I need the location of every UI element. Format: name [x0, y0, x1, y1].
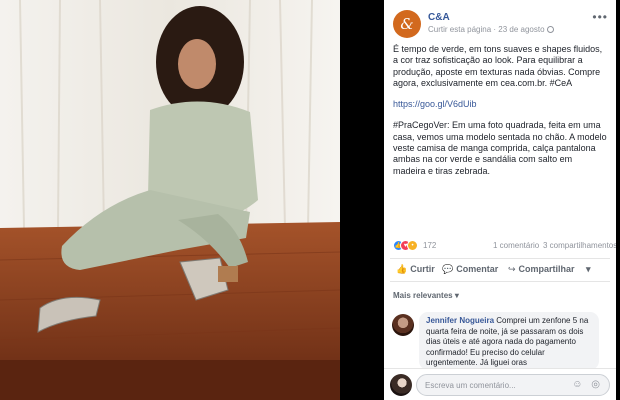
comment-label: Comentar — [456, 264, 499, 274]
comment-bubble: Jennifer Nogueira Comprei um zenfone 5 n… — [419, 312, 599, 370]
post-photo[interactable] — [0, 0, 384, 400]
commenter-avatar[interactable] — [392, 314, 414, 336]
speech-bubble-icon: 💬 — [442, 264, 454, 274]
post-date[interactable]: 23 de agosto — [498, 25, 544, 34]
comment-input-placeholder: Escreva um comentário... — [425, 381, 516, 390]
comment-input[interactable]: Escreva um comentário... ☺ ◎ — [416, 374, 610, 396]
shares-count-link[interactable]: 3 compartilhamentos — [543, 241, 616, 250]
post-paragraph-1: É tempo de verde, em tons suaves e shape… — [393, 44, 603, 88]
comment-author-link[interactable]: Jennifer Nogueira — [426, 316, 494, 325]
wow-reaction-icon[interactable]: • — [407, 240, 418, 251]
post-meta: Curtir esta página · 23 de agosto — [428, 25, 554, 34]
comment-composer: Escreva um comentário... ☺ ◎ — [384, 368, 616, 400]
post-paragraph-3: #PraCegoVer: Em uma foto quadrada, feita… — [393, 120, 607, 176]
comments-count-link[interactable]: 1 comentário — [493, 241, 539, 250]
page-avatar[interactable]: & — [393, 10, 421, 38]
follow-page-link[interactable]: Curtir esta página — [428, 25, 491, 34]
reactions-bar: 👍 ♥ • 172 1 comentário 3 compartilhament… — [393, 239, 616, 253]
comment-button[interactable]: 💬 Comentar — [442, 264, 498, 275]
like-label: Curtir — [410, 264, 435, 274]
share-arrow-icon: ↪ — [508, 264, 516, 274]
reactions-count[interactable]: 172 — [423, 241, 436, 250]
post-url-link[interactable]: https://goo.gl/V6dUib — [393, 99, 607, 110]
post-actions: 👍 Curtir 💬 Comentar ↪ Compartilhar ▾ — [390, 258, 610, 282]
post-header: & C&A Curtir esta página · 23 de agosto … — [384, 0, 616, 40]
user-avatar[interactable] — [390, 374, 412, 396]
like-button[interactable]: 👍 Curtir — [396, 264, 435, 275]
thumb-up-icon: 👍 — [396, 264, 408, 274]
photo-image — [0, 0, 384, 400]
page-logo-glyph: & — [400, 15, 414, 33]
post-panel: & C&A Curtir esta página · 23 de agosto … — [384, 0, 616, 400]
react-as-button[interactable]: ▾ — [586, 264, 591, 275]
globe-icon — [546, 26, 554, 33]
window-edge — [616, 0, 620, 400]
chevron-down-icon: ▾ — [586, 264, 591, 274]
post-options-icon[interactable]: ••• — [592, 10, 608, 24]
emoji-icon[interactable]: ☺ ◎ — [572, 379, 603, 390]
post-body: É tempo de verde, em tons suaves e shape… — [393, 44, 607, 187]
page-name-link[interactable]: C&A — [428, 12, 450, 23]
comment-sort-dropdown[interactable]: Mais relevantes ▾ — [393, 291, 459, 300]
share-label: Compartilhar — [518, 264, 575, 274]
share-button[interactable]: ↪ Compartilhar — [508, 264, 575, 275]
